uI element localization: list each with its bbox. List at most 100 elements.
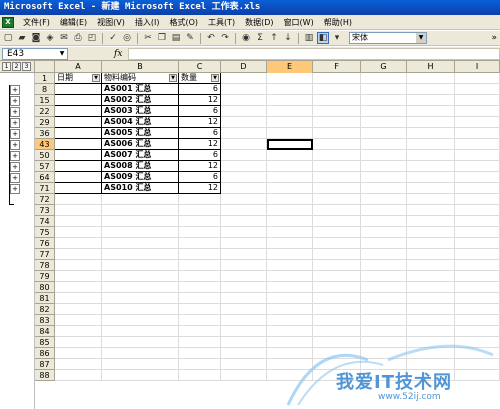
grid-cell[interactable] — [407, 106, 455, 117]
grid-cell[interactable] — [313, 315, 361, 326]
grid-cell[interactable] — [313, 73, 361, 84]
quantity-cell[interactable]: 12 — [179, 183, 221, 194]
grid-cell[interactable] — [407, 128, 455, 139]
grid-cell[interactable] — [361, 370, 407, 381]
row-header[interactable]: 85 — [35, 337, 55, 348]
new-file-icon[interactable]: ▢ — [2, 32, 14, 44]
grid-cell[interactable] — [361, 106, 407, 117]
row-header[interactable]: 29 — [35, 117, 55, 128]
grid-cell[interactable] — [313, 106, 361, 117]
grid-cell[interactable] — [55, 293, 102, 304]
grid-cell[interactable] — [267, 326, 313, 337]
grid-cell[interactable] — [55, 282, 102, 293]
row-header[interactable]: 82 — [35, 304, 55, 315]
sort-ascending-icon[interactable]: ↑ — [268, 32, 280, 44]
drawing-icon[interactable]: ◧ — [317, 32, 329, 44]
grid-cell[interactable] — [407, 216, 455, 227]
quantity-cell[interactable]: 12 — [179, 161, 221, 172]
expand-group-button[interactable]: + — [10, 173, 20, 183]
grid-cell[interactable] — [455, 282, 500, 293]
grid-cell[interactable] — [221, 348, 267, 359]
grid-cell[interactable] — [361, 238, 407, 249]
grid-cell[interactable] — [455, 205, 500, 216]
research-icon[interactable]: ◎ — [121, 32, 133, 44]
header-cell-b[interactable]: 物料编码 ▼ — [102, 73, 179, 84]
grid-cell[interactable] — [455, 238, 500, 249]
grid-cell[interactable] — [55, 205, 102, 216]
grid-cell[interactable] — [361, 95, 407, 106]
column-header-e[interactable]: E — [267, 61, 313, 73]
material-code-cell[interactable]: AS007 汇总 — [102, 150, 179, 161]
header-cell-a[interactable]: 日期 ▼ — [55, 73, 102, 84]
grid-cell[interactable] — [179, 304, 221, 315]
grid-cell[interactable] — [221, 238, 267, 249]
quantity-cell[interactable]: 6 — [179, 150, 221, 161]
grid-cell[interactable] — [455, 150, 500, 161]
grid-cell[interactable] — [407, 227, 455, 238]
grid-cell[interactable] — [179, 216, 221, 227]
header-cell-c[interactable]: 数量 ▼ — [179, 73, 221, 84]
grid-cell[interactable] — [313, 282, 361, 293]
print-icon[interactable]: ⎙ — [72, 32, 84, 44]
grid-cell[interactable] — [361, 348, 407, 359]
grid-cell[interactable] — [407, 238, 455, 249]
grid-cell[interactable] — [102, 271, 179, 282]
grid-cell[interactable] — [55, 227, 102, 238]
grid-cell[interactable] — [361, 216, 407, 227]
grid-cell[interactable] — [221, 282, 267, 293]
grid-cell[interactable] — [179, 337, 221, 348]
grid-cell[interactable] — [455, 260, 500, 271]
grid-cell[interactable] — [221, 84, 267, 95]
grid-cell[interactable] — [267, 337, 313, 348]
quantity-cell[interactable]: 6 — [179, 84, 221, 95]
grid-cell[interactable] — [102, 359, 179, 370]
grid-cell[interactable] — [55, 315, 102, 326]
zoom-dropdown-icon[interactable]: ▾ — [331, 32, 343, 44]
grid-cell[interactable] — [221, 205, 267, 216]
grid-cell[interactable] — [407, 370, 455, 381]
grid-cell[interactable] — [313, 216, 361, 227]
grid-cell[interactable] — [455, 84, 500, 95]
grid-cell[interactable] — [267, 260, 313, 271]
grid-cell[interactable] — [221, 260, 267, 271]
grid-cell[interactable] — [267, 282, 313, 293]
grid-cell[interactable] — [407, 150, 455, 161]
grid-cell[interactable] — [313, 348, 361, 359]
grid-cell[interactable] — [267, 249, 313, 260]
menu-insert[interactable]: 插入(I) — [130, 17, 165, 28]
grid-cell[interactable] — [267, 359, 313, 370]
grid-cell[interactable] — [267, 150, 313, 161]
grid-cell[interactable] — [361, 194, 407, 205]
grid-cell[interactable] — [179, 293, 221, 304]
chart-wizard-icon[interactable]: ▥ — [303, 32, 315, 44]
row-header[interactable]: 80 — [35, 282, 55, 293]
row-header[interactable]: 72 — [35, 194, 55, 205]
column-header-c[interactable]: C — [179, 61, 221, 73]
grid-cell[interactable] — [55, 238, 102, 249]
grid-cell[interactable] — [179, 249, 221, 260]
quantity-cell[interactable]: 12 — [179, 139, 221, 150]
grid-cell[interactable] — [267, 128, 313, 139]
grid-cell[interactable] — [102, 260, 179, 271]
grid-cell[interactable] — [361, 117, 407, 128]
grid-cell[interactable] — [361, 84, 407, 95]
grid-cell[interactable] — [221, 304, 267, 315]
grid-cell[interactable] — [55, 304, 102, 315]
row-header[interactable]: 8 — [35, 84, 55, 95]
row-header[interactable]: 74 — [35, 216, 55, 227]
grid-cell[interactable] — [267, 172, 313, 183]
row-header[interactable]: 15 — [35, 95, 55, 106]
grid-cell[interactable] — [179, 359, 221, 370]
autofilter-dropdown-icon[interactable]: ▼ — [92, 74, 100, 82]
grid-cell[interactable] — [267, 304, 313, 315]
column-header-i[interactable]: I — [455, 61, 500, 73]
grid-cell[interactable] — [361, 359, 407, 370]
menu-tools[interactable]: 工具(T) — [203, 17, 240, 28]
row-header[interactable]: 75 — [35, 227, 55, 238]
row-header[interactable]: 77 — [35, 249, 55, 260]
grid-cell[interactable] — [267, 271, 313, 282]
date-cell[interactable] — [55, 128, 102, 139]
grid-cell[interactable] — [179, 315, 221, 326]
undo-icon[interactable]: ↶ — [205, 32, 217, 44]
grid-cell[interactable] — [102, 326, 179, 337]
